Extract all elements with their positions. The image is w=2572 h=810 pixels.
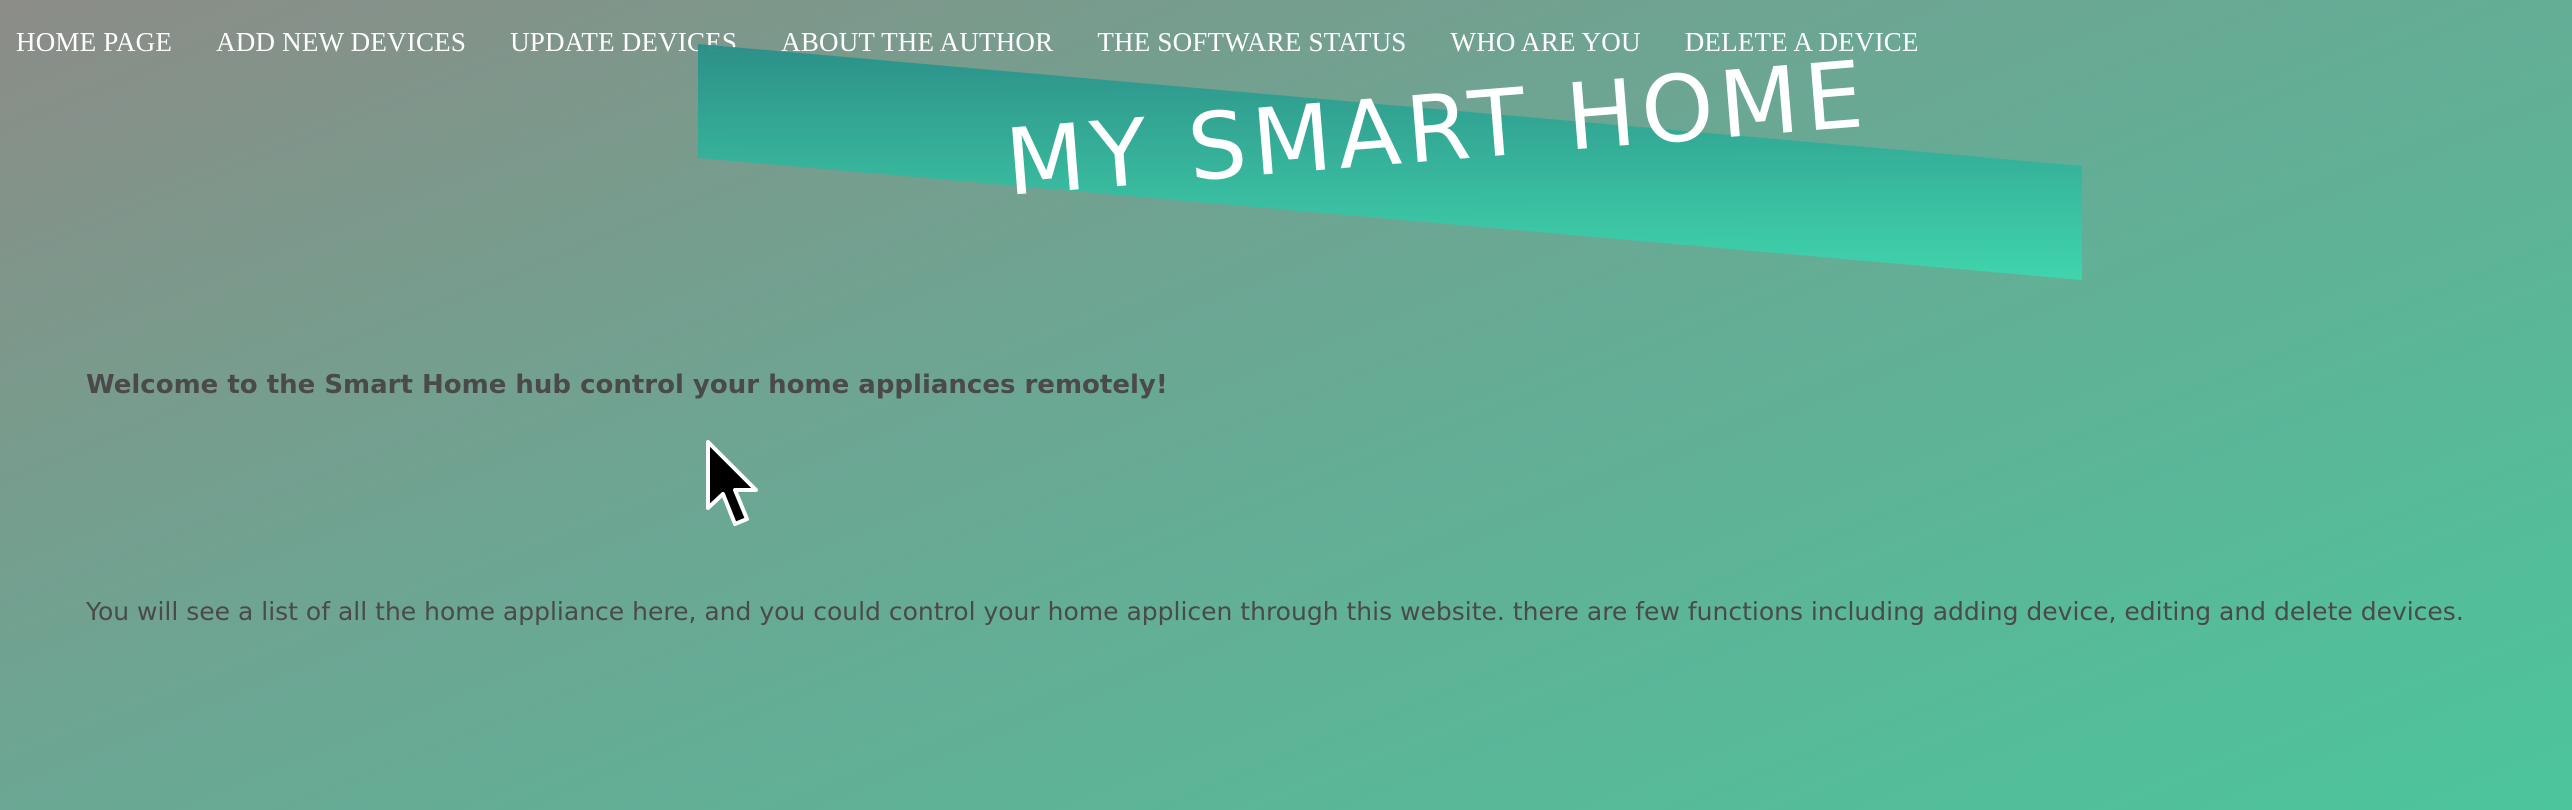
nav-item-add-new-devices[interactable]: ADD NEW DEVICES: [216, 27, 466, 58]
nav-item-who-are-you[interactable]: WHO ARE YOU: [1451, 27, 1641, 58]
nav-item-software-status[interactable]: THE SOFTWARE STATUS: [1097, 27, 1406, 58]
banner-title: MY SMART HOME: [1001, 40, 1873, 217]
nav-item-about-the-author[interactable]: ABOUT THE AUTHOR: [781, 27, 1053, 58]
main-nav: HOME PAGE ADD NEW DEVICES UPDATE DEVICES…: [16, 24, 1963, 60]
description-text: You will see a list of all the home appl…: [86, 597, 2464, 626]
nav-item-home-page[interactable]: HOME PAGE: [16, 27, 172, 58]
welcome-message: Welcome to the Smart Home hub control yo…: [86, 370, 1168, 400]
arrow-pointer-icon: [706, 440, 762, 530]
nav-item-update-devices[interactable]: UPDATE DEVICES: [510, 27, 737, 58]
nav-item-delete-a-device[interactable]: DELETE A DEVICE: [1685, 27, 1919, 58]
